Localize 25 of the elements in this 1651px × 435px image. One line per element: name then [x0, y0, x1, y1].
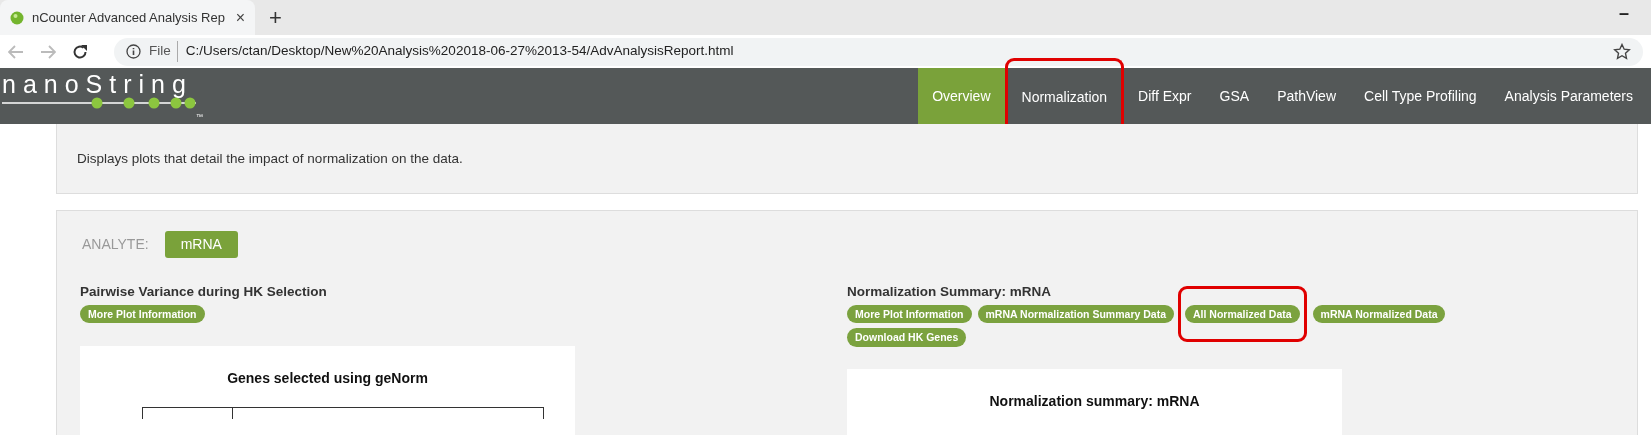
- minimize-button[interactable]: –: [1619, 4, 1629, 22]
- intro-text: Displays plots that detail the impact of normalization on the data.: [76, 150, 464, 168]
- nav-tab[interactable]: PathView: [1263, 68, 1351, 124]
- browser-tab[interactable]: nCounter Advanced Analysis Rep ×: [0, 0, 255, 35]
- section-title: Pairwise Variance during HK Selection: [80, 283, 328, 302]
- nav-tab[interactable]: Normalization: [1007, 71, 1122, 124]
- nav-tab[interactable]: GSA: [1205, 68, 1264, 124]
- address-bar[interactable]: File C:/Users/ctan/Desktop/New%20Analysis%202018-06-27%2013-54/AdvAnalysisReport.html: [114, 37, 1643, 66]
- favicon-icon: [10, 10, 24, 25]
- nav-tab[interactable]: Cell Type Profiling: [1350, 68, 1491, 124]
- nav-tab[interactable]: Diff Expr: [1124, 68, 1206, 124]
- nav-tab[interactable]: Analysis Parameters: [1490, 68, 1647, 124]
- analyte-label: ANALYTE:: [82, 235, 149, 255]
- url-scheme: File: [149, 41, 178, 62]
- star-icon[interactable]: [1613, 42, 1631, 61]
- tab-title: nCounter Advanced Analysis Rep: [32, 8, 226, 27]
- section-title: Normalization Summary: mRNA: [847, 283, 1053, 302]
- plot-title: Normalization summary: mRNA: [988, 391, 1201, 411]
- close-tab-button[interactable]: ×: [235, 9, 245, 26]
- url-text: C:/Users/ctan/Desktop/New%20Analysis%202018-06-27%2013-54/AdvAnalysisReport.html: [185, 42, 734, 61]
- plot-title: Genes selected using geNorm: [226, 369, 429, 389]
- logo-wordmark: nanoString: [1, 72, 194, 97]
- new-tab-button[interactable]: +: [269, 6, 282, 29]
- info-icon[interactable]: [126, 44, 141, 59]
- reload-icon[interactable]: [72, 43, 88, 60]
